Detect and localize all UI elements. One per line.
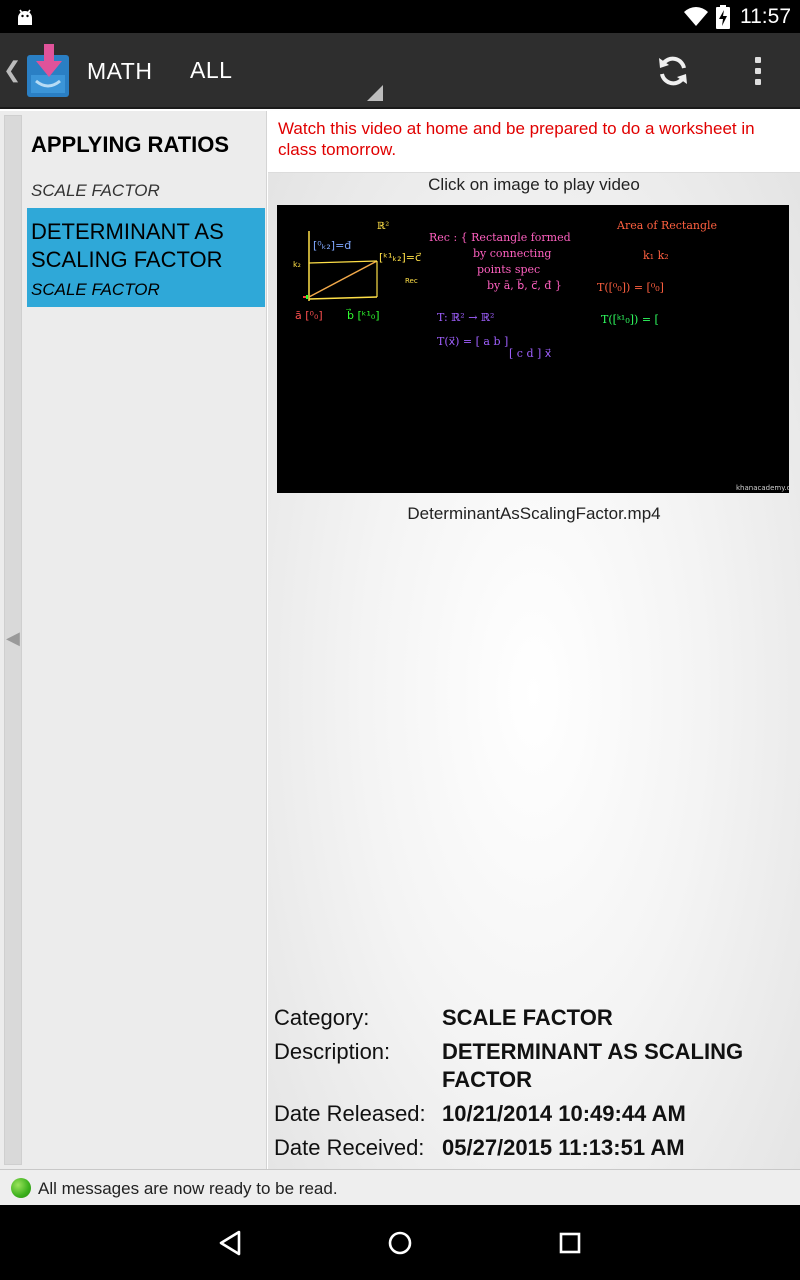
svg-text:T([⁰₀]) = [⁰₀]: T([⁰₀]) = [⁰₀]	[597, 281, 664, 294]
svg-text:by connecting: by connecting	[473, 247, 551, 260]
detail-value: SCALE FACTOR	[442, 1005, 613, 1030]
detail-row-date-received: Date Received: 05/27/2015 11:13:51 AM	[274, 1134, 794, 1162]
svg-text:b⃗ [ᵏ¹₀]: b⃗ [ᵏ¹₀]	[345, 308, 379, 322]
list-item-title: DETERMINANT AS SCALING FACTOR	[31, 219, 224, 272]
status-message: All messages are now ready to be read.	[38, 1179, 338, 1198]
video-thumbnail[interactable]: k₂ [⁰ₖ₂]=đ ℝ² [ᵏ¹ₖ₂]=c⃗ Rec ā [⁰₀] b⃗ [ᵏ…	[277, 205, 789, 493]
detail-row-date-released: Date Released: 10/21/2014 10:49:44 AM	[274, 1100, 794, 1128]
navigation-bar	[0, 1205, 800, 1280]
status-clock: 11:57	[740, 5, 791, 28]
video-thumbnail-image: k₂ [⁰ₖ₂]=đ ℝ² [ᵏ¹ₖ₂]=c⃗ Rec ā [⁰₀] b⃗ [ᵏ…	[277, 205, 789, 493]
action-bar: ❮ MATH ALL	[0, 33, 800, 109]
overflow-menu-icon	[755, 57, 761, 63]
svg-text:[⁰ₖ₂]=đ: [⁰ₖ₂]=đ	[313, 239, 351, 252]
message-detail-panel: Watch this video at home and be prepared…	[268, 111, 800, 1169]
detail-value: DETERMINANT AS SCALING FACTOR	[442, 1039, 744, 1092]
list-item-subtitle: SCALE FACTOR	[31, 280, 160, 299]
battery-charging-icon	[716, 5, 730, 29]
svg-text:T([ᵏ¹₀]) = [: T([ᵏ¹₀]) = [	[601, 313, 659, 326]
status-bar: 11:57	[0, 0, 800, 33]
svg-text:Rec : { Rectangle formed: Rec : { Rectangle formed	[429, 231, 571, 244]
android-icon	[18, 9, 32, 25]
detail-label: Description:	[274, 1039, 391, 1064]
svg-text:Area of Rectangle: Area of Rectangle	[616, 219, 717, 232]
back-icon	[219, 1230, 241, 1256]
play-hint: Click on image to play video	[428, 175, 640, 194]
svg-text:Rec: Rec	[405, 277, 418, 285]
home-button[interactable]	[380, 1223, 420, 1263]
detail-value: 05/27/2015 11:13:51 AM	[442, 1135, 685, 1160]
recents-button[interactable]	[550, 1223, 590, 1263]
detail-label: Category:	[274, 1005, 370, 1030]
detail-label: Date Received:	[274, 1135, 425, 1160]
status-message-bar: All messages are now ready to be read.	[0, 1169, 800, 1205]
video-filename: DeterminantAsScalingFactor.mp4	[407, 504, 661, 523]
svg-text:k₂: k₂	[293, 260, 301, 269]
svg-text:T: ℝ² → ℝ²: T: ℝ² → ℝ²	[437, 311, 494, 324]
svg-text:by ā, b⃗, c⃗, đ }: by ā, b⃗, c⃗, đ }	[487, 278, 562, 292]
detail-row-category: Category: SCALE FACTOR	[274, 1004, 794, 1032]
message-notice: Watch this video at home and be prepared…	[268, 111, 800, 173]
svg-text:k₁ k₂: k₁ k₂	[643, 249, 669, 262]
video-watermark: khanacademy.org	[736, 484, 789, 492]
app-title[interactable]: MATH	[87, 58, 152, 85]
home-icon	[388, 1231, 412, 1255]
refresh-icon	[659, 56, 687, 86]
app-logo-icon[interactable]	[24, 41, 72, 101]
message-details: Category: SCALE FACTOR Description: DETE…	[274, 1004, 794, 1168]
svg-text:ā [⁰₀]: ā [⁰₀]	[295, 309, 323, 322]
list-group-subtitle: SCALE FACTOR	[31, 181, 160, 200]
spinner-indicator-icon[interactable]	[367, 85, 383, 101]
detail-row-description: Description: DETERMINANT AS SCALING FACT…	[274, 1038, 794, 1094]
list-group-title[interactable]: APPLYING RATIOS	[31, 132, 229, 158]
svg-text:ℝ²: ℝ²	[377, 221, 389, 232]
svg-text:points spec: points spec	[477, 263, 540, 276]
refresh-button[interactable]	[651, 49, 695, 93]
svg-text:[ c d ] x⃗: [ c d ] x⃗	[509, 347, 552, 360]
wifi-icon	[684, 7, 708, 27]
detail-value: 10/21/2014 10:49:44 AM	[442, 1101, 686, 1126]
recents-icon	[559, 1232, 581, 1254]
back-button[interactable]	[210, 1223, 250, 1263]
collapse-panel-icon[interactable]: ◀	[6, 628, 20, 649]
detail-label: Date Released:	[274, 1101, 426, 1126]
svg-text:[ᵏ¹ₖ₂]=c⃗: [ᵏ¹ₖ₂]=c⃗	[379, 251, 421, 264]
message-list-panel: ◀ APPLYING RATIOS SCALE FACTOR DETERMINA…	[0, 111, 267, 1169]
overflow-menu-button[interactable]	[744, 49, 772, 93]
list-item-selected[interactable]: DETERMINANT AS SCALING FACTOR SCALE FACT…	[27, 208, 265, 307]
ready-status-icon	[11, 1178, 31, 1198]
svg-text:T(x⃗) = [ a b ]: T(x⃗) = [ a b ]	[437, 335, 508, 348]
up-chevron-icon[interactable]: ❮	[3, 57, 21, 83]
filter-spinner-value[interactable]: ALL	[190, 57, 232, 84]
